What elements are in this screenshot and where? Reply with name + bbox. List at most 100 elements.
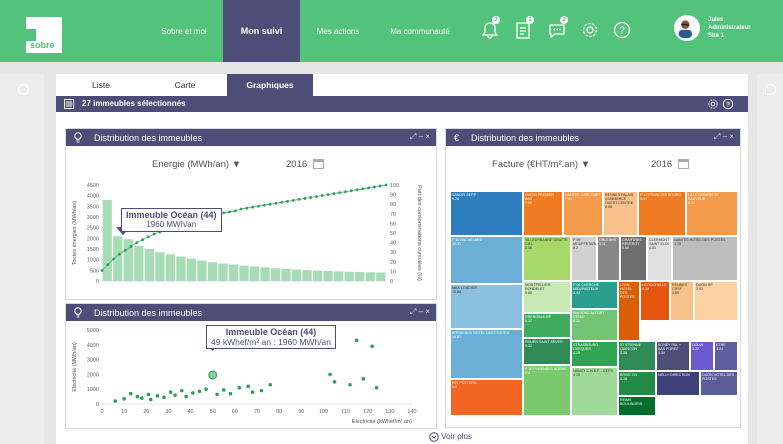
- settings-icon[interactable]: [707, 98, 719, 110]
- treemap-cell[interactable]: ETRE 3.04: [714, 341, 738, 371]
- treemap-cell[interactable]: ST ETIENNE QUINCON 3.39: [618, 341, 656, 371]
- treemap-cell[interactable]: ORLEANS 5.11: [597, 236, 620, 281]
- y-tick-label: 1000: [87, 387, 99, 393]
- treemap-cell[interactable]: NANTES HOTEL DES POSTES 4.78: [672, 236, 738, 281]
- treemap-cell[interactable]: P 20 PYRENEES BORNE 5.3: [523, 365, 571, 416]
- highlighted-point: [208, 370, 218, 380]
- cell-value: 5.00: [622, 246, 629, 250]
- treemap-cell[interactable]: MAX LOUDIER 10.88: [450, 284, 523, 329]
- energy-type-dropdown[interactable]: Energie (MWh/an) ▼: [152, 159, 241, 170]
- treemap-cell[interactable]: P 12 FRANCOIS BOURG 5.94: [638, 191, 686, 236]
- treemap-cell[interactable]: OUDIN PREMIER BAS 7.60: [523, 191, 563, 236]
- treemap-cell[interactable]: P 09 MOUFFETARD 5.2: [571, 236, 597, 281]
- treemap-cell[interactable]: MAISONS ALFORT STADE 4.21: [571, 309, 618, 341]
- treemap-cell[interactable]: NELLY DIRECTION: [656, 371, 700, 396]
- cumulative-point: [257, 204, 260, 208]
- energy-bar-chart: 0 500 1000 1500 2000 2500 3000 3500 4000 4500 0 10 2…: [72, 183, 422, 285]
- card-header: € Distribution des immeubles ⤢ – ×: [446, 129, 740, 146]
- cumulative-point: [361, 187, 365, 191]
- treemap-cell[interactable]: STRASBOURG CHEQUES 4.29: [571, 341, 618, 367]
- nav-ma-communaute[interactable]: Ma communauté: [378, 0, 462, 62]
- cumulative-point: [268, 202, 272, 206]
- treemap-cell[interactable]: BORDEAUX HOTEL DES POSTES 10.87: [450, 329, 523, 379]
- calendar-icon: [678, 159, 690, 170]
- card-header: Distribution des immeubles ⤢ – ×: [66, 129, 436, 146]
- sobre-logo[interactable]: sobre: [26, 17, 62, 53]
- treemap-cell[interactable]: P 06 CHERCHE MIDI/PASTEUR 4.44: [571, 281, 618, 309]
- tab-graphiques[interactable]: Graphiques: [227, 74, 313, 96]
- y-tick-label: 3500: [87, 204, 99, 210]
- treemap-cell[interactable]: MONTPELLIER RONDELET 5.88: [523, 281, 571, 313]
- tab-liste[interactable]: Liste: [59, 74, 143, 96]
- treemap-cell[interactable]: P 16 BACHELARD 10.31: [450, 236, 523, 284]
- treemap-cell[interactable]: LILLE DEMIRIS ST SAUVEUR 5.24: [686, 191, 738, 236]
- cell-value: 7.31: [565, 197, 572, 201]
- treemap-cell[interactable]: P01 POTTERS 9.8: [450, 379, 523, 416]
- voir-plus-button[interactable]: Voir plus: [429, 432, 472, 442]
- cell-value: 10.31: [452, 242, 461, 246]
- cumulative-point: [146, 235, 150, 239]
- cell-value: 3.38: [620, 377, 627, 381]
- treemap-cell[interactable]: SANOFI SEPP 9.26: [450, 191, 523, 236]
- tab-carte[interactable]: Carte: [143, 74, 227, 96]
- bar: [281, 268, 291, 281]
- bar: [228, 264, 239, 281]
- invoice-type-dropdown[interactable]: Facture (€HT/m².an) ▼: [492, 159, 590, 170]
- scatter-point: [197, 389, 202, 394]
- treemap-cell[interactable]: REIMS BOULINGRIN: [618, 396, 656, 416]
- cumulative-point: [100, 269, 104, 272]
- cumulative-point: [152, 232, 156, 236]
- expand-collapse-close-icons[interactable]: ⤢ – ×: [714, 132, 734, 142]
- treemap-cell[interactable]: CHARTRES REVEROY 5.00: [620, 236, 647, 281]
- user-info[interactable]: Jules Administrateur Site 1: [708, 16, 751, 40]
- cell-value: 3.22: [692, 347, 699, 351]
- treemap-cell[interactable]: VILLEURBANNE GRATTE CIEL 5.56: [523, 236, 571, 281]
- nav-mon-suivi[interactable]: Mon suivi: [223, 0, 300, 62]
- scatter-point: [135, 394, 140, 399]
- help-circle-icon[interactable]: ?: [722, 98, 734, 110]
- alerts-badge: 3: [492, 16, 500, 24]
- building-list-icon[interactable]: [64, 99, 74, 109]
- treemap-cell[interactable]: DIJON HOTEL DES POSTES: [700, 371, 738, 396]
- cell-value: 3.92: [696, 287, 703, 291]
- expand-collapse-close-icons[interactable]: ⤢ – ×: [410, 132, 430, 142]
- cell-value: 4.05: [642, 287, 649, 291]
- cell-value: 5.32: [525, 344, 532, 348]
- treemap-cell[interactable]: LYON HOTEL DES POSTES: [618, 281, 640, 341]
- scatter-point: [246, 384, 250, 389]
- treemap-cell[interactable]: RENNES CRSF 3.85: [670, 281, 694, 321]
- treemap-cell[interactable]: NANCY C.N.S.F. - CEPS 4.15: [571, 367, 618, 416]
- cell-value: 4.29: [573, 351, 580, 355]
- y2-tick-label: 40: [390, 241, 396, 247]
- cell-label: CLERMONT SAINT ELOI: [649, 238, 670, 246]
- help-icon[interactable]: ?: [612, 20, 632, 40]
- treemap-cell[interactable]: DOUAI 3.22: [690, 341, 714, 371]
- treemap-cell[interactable]: CLERMONT SAINT ELOI 4.83: [647, 236, 672, 281]
- cumulative-point: [245, 206, 249, 210]
- cell-value: 3.85: [672, 291, 679, 295]
- bar: [165, 254, 176, 281]
- treemap-cell[interactable]: DIJON RP 3.92: [694, 281, 738, 321]
- year-picker[interactable]: 2016: [286, 159, 325, 170]
- treemap-cell[interactable]: GRENOBLE RP 5.37: [523, 313, 571, 338]
- treemap-cell[interactable]: NANTES CARCOUET 7.31: [563, 191, 603, 236]
- treemap-cell[interactable]: ROUEN SAINT SEVER 5.32: [523, 338, 571, 365]
- treemap-cell[interactable]: BONEY PAL + BAS FOREZ 3.30: [656, 341, 690, 371]
- expand-collapse-close-icons[interactable]: ⤢ – ×: [410, 307, 430, 317]
- treemap-cell[interactable]: LA ROCHELLE 4.05: [640, 281, 670, 321]
- right-panel-chat-icon[interactable]: [765, 84, 776, 95]
- logo-text: sobre: [30, 40, 55, 50]
- scatter-point: [122, 397, 126, 401]
- user-avatar[interactable]: [674, 15, 700, 41]
- year-picker[interactable]: 2016: [651, 159, 690, 170]
- y2-tick-label: 20: [390, 260, 396, 266]
- nav-sobre-et-moi[interactable]: Sobre et moi: [150, 0, 218, 62]
- cumulative-point: [326, 193, 330, 196]
- scatter-point: [374, 385, 379, 390]
- gear-icon[interactable]: [580, 20, 600, 40]
- treemap-cell[interactable]: RENNES PALAIS COMMERCE OUEST-CENTRE 6.08: [603, 191, 638, 236]
- left-panel-toggle-icon[interactable]: [18, 84, 29, 95]
- nav-mes-actions[interactable]: Mes actions: [303, 0, 373, 62]
- treemap-cell[interactable]: BRIVE CN 3.38: [618, 371, 656, 396]
- scatter-point: [268, 382, 273, 387]
